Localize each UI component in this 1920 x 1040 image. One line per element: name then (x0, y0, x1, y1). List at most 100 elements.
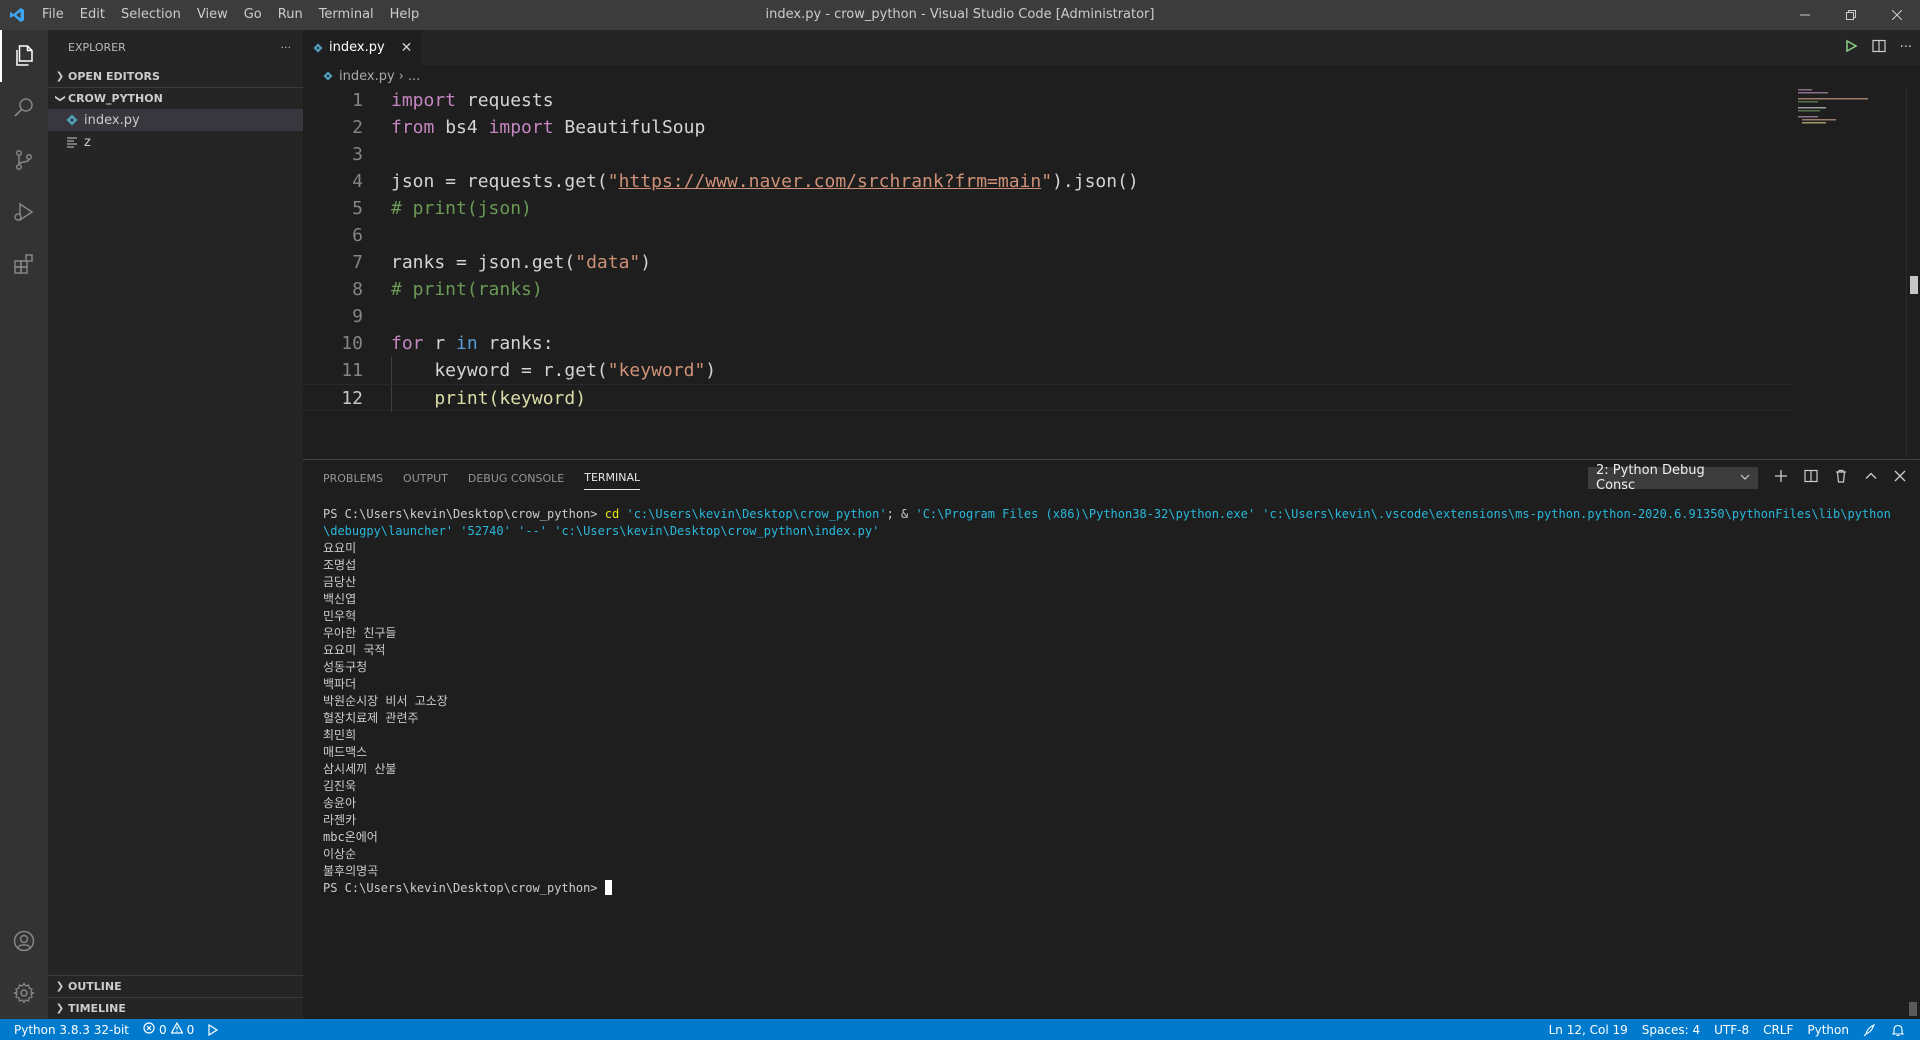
close-panel-icon[interactable] (1894, 470, 1906, 486)
more-actions-icon[interactable]: ··· (281, 41, 292, 54)
terminal-output-line: 성동구청 (323, 660, 368, 674)
minimap[interactable] (1796, 87, 1906, 167)
code-url-link[interactable]: https://www.naver.com/srchrank?frm=main (619, 171, 1042, 192)
outline-section[interactable]: ❯ OUTLINE (48, 975, 303, 997)
terminal-output-line: 우아한 친구들 (323, 626, 397, 640)
tab-index-py[interactable]: index.py ✕ (303, 30, 423, 65)
editor-scrollbar[interactable] (1906, 87, 1920, 459)
split-terminal-icon[interactable] (1804, 469, 1818, 487)
terminal-output-line: 삼시세끼 산불 (323, 762, 397, 776)
terminal-token: ; & (886, 507, 909, 521)
notifications-bell-icon[interactable] (1884, 1023, 1912, 1037)
menu-run[interactable]: Run (270, 0, 311, 30)
tab-problems[interactable]: PROBLEMS (323, 460, 383, 496)
menu-go[interactable]: Go (236, 0, 270, 30)
close-tab-icon[interactable]: ✕ (401, 40, 413, 56)
cursor-position[interactable]: Ln 12, Col 19 (1542, 1023, 1635, 1037)
restore-icon[interactable] (1828, 0, 1874, 30)
maximize-panel-icon[interactable] (1864, 469, 1878, 487)
terminal-output-line: 불후의명곡 (323, 864, 379, 878)
problems-indicator[interactable]: 0 0 (136, 1021, 201, 1037)
open-editors-section[interactable]: ❯ OPEN EDITORS (48, 65, 303, 87)
new-terminal-icon[interactable] (1774, 469, 1788, 487)
menu-terminal[interactable]: Terminal (311, 0, 382, 30)
open-editors-label: OPEN EDITORS (68, 69, 160, 83)
folder-label: CROW_PYTHON (68, 92, 163, 105)
breadcrumb-symbols[interactable]: ... (408, 69, 420, 84)
code-token: " (1041, 171, 1053, 192)
code-area[interactable]: 1 import requests 2 from bs4 import Beau… (303, 87, 1793, 412)
menu-file[interactable]: File (34, 0, 72, 30)
account-icon[interactable] (0, 915, 48, 967)
timeline-section[interactable]: ❯ TIMELINE (48, 997, 303, 1019)
terminal-output-line: 박원순시장 비서 고소장 (323, 694, 448, 708)
vscode-logo-icon (0, 0, 34, 30)
minimize-icon[interactable] (1782, 0, 1828, 30)
feedback-icon[interactable] (1856, 1023, 1884, 1037)
run-python-icon[interactable] (1844, 39, 1858, 57)
line-number: 11 (341, 360, 363, 381)
terminal-output-line: 백파더 (323, 677, 357, 691)
timeline-label: TIMELINE (68, 1002, 126, 1015)
manage-gear-icon[interactable] (0, 967, 48, 1019)
menu-view[interactable]: View (189, 0, 236, 30)
code-token: ) (705, 360, 717, 381)
outline-label: OUTLINE (68, 980, 122, 993)
file-name: z (84, 134, 91, 150)
terminal-output-line: 금당산 (323, 575, 357, 589)
explorer-icon[interactable] (0, 30, 48, 82)
indentation[interactable]: Spaces: 4 (1635, 1023, 1707, 1037)
line-number: 6 (352, 225, 363, 246)
terminal-prompt: PS C:\Users\kevin\Desktop\crow_python> (323, 507, 598, 521)
line-number: 10 (341, 333, 363, 354)
tab-debug-console[interactable]: DEBUG CONSOLE (468, 460, 564, 496)
encoding[interactable]: UTF-8 (1707, 1023, 1756, 1037)
folder-section[interactable]: ❯ CROW_PYTHON (48, 87, 303, 109)
chevron-down-icon: ❯ (54, 94, 66, 103)
bottom-panel: PROBLEMS OUTPUT DEBUG CONSOLE TERMINAL 2… (303, 459, 1920, 1019)
menu-selection[interactable]: Selection (113, 0, 189, 30)
run-icon[interactable] (201, 1023, 225, 1036)
python-interpreter[interactable]: Python 3.8.3 32-bit (0, 1023, 136, 1037)
end-of-line[interactable]: CRLF (1756, 1023, 1800, 1037)
terminal-scrollbar[interactable] (1906, 496, 1920, 1020)
code-token: in (456, 333, 478, 354)
breadcrumb-file[interactable]: index.py (339, 69, 395, 84)
trash-icon[interactable] (1834, 469, 1848, 487)
code-line: 9 (303, 303, 1793, 330)
editor-actions: ··· (1844, 30, 1912, 65)
run-debug-icon[interactable] (0, 186, 48, 238)
extensions-icon[interactable] (0, 238, 48, 290)
menu-edit[interactable]: Edit (72, 0, 113, 30)
line-number: 5 (352, 198, 363, 219)
tab-label: index.py (329, 40, 385, 55)
code-token: import (488, 117, 554, 138)
terminal-output-line: 민우혁 (323, 609, 357, 623)
file-item-index-py[interactable]: index.py (48, 109, 303, 131)
code-line-current: 12 print(keyword) (303, 384, 1793, 412)
editor-group: index.py ✕ ··· index.py › ... 1 import r… (303, 30, 1920, 459)
code-line: 4 json = requests.get("https://www.naver… (303, 168, 1793, 195)
tab-terminal[interactable]: TERMINAL (584, 466, 641, 490)
indent-guide (391, 357, 392, 384)
more-actions-icon[interactable]: ··· (1900, 40, 1912, 55)
terminal-output[interactable]: PS C:\Users\kevin\Desktop\crow_python> c… (323, 506, 1903, 897)
panel-actions: 2: Python Debug Consc (1588, 460, 1906, 496)
search-icon[interactable] (0, 82, 48, 134)
code-token: json = requests.get( (391, 171, 608, 192)
menu-help[interactable]: Help (382, 0, 428, 30)
tab-output[interactable]: OUTPUT (403, 460, 448, 496)
python-file-icon (323, 71, 333, 81)
error-icon (143, 1022, 155, 1037)
terminal-select[interactable]: 2: Python Debug Consc (1588, 463, 1758, 493)
file-item-z[interactable]: z (48, 131, 303, 153)
split-editor-icon[interactable] (1871, 39, 1886, 57)
close-window-icon[interactable] (1874, 0, 1920, 30)
menu-bar: File Edit Selection View Go Run Terminal… (34, 0, 427, 30)
line-number: 3 (352, 144, 363, 165)
line-number: 9 (352, 306, 363, 327)
language-mode[interactable]: Python (1800, 1023, 1856, 1037)
code-line: 8 # print(ranks) (303, 276, 1793, 303)
code-token: for (391, 333, 424, 354)
source-control-icon[interactable] (0, 134, 48, 186)
